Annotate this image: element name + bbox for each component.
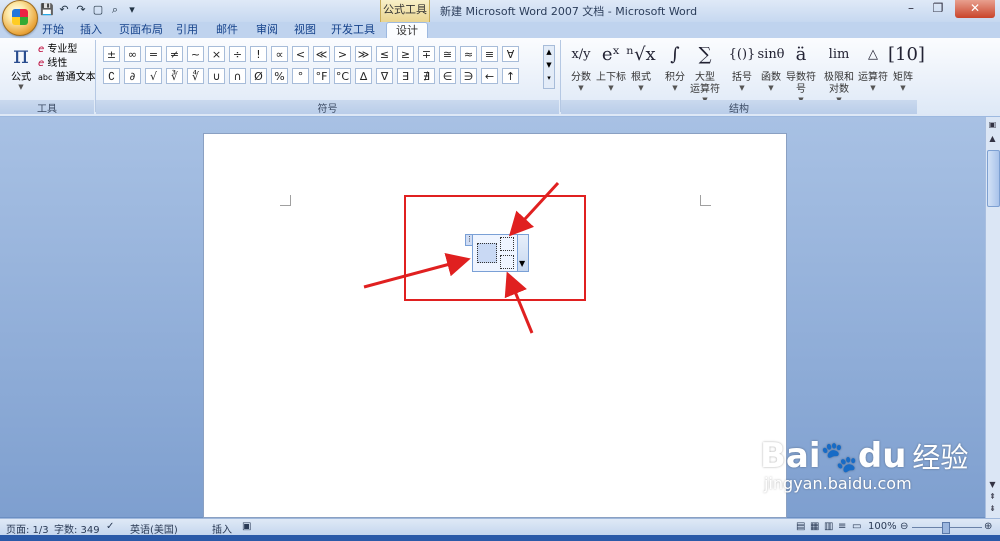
previous-page-icon[interactable]: ⇞ [987, 492, 998, 502]
arrow-annotation [508, 181, 560, 237]
watermark-brand: Bai [760, 436, 821, 476]
watermark-url: jingyan.baidu.com [764, 474, 912, 493]
office-button[interactable] [2, 0, 38, 36]
arrow-annotation [504, 271, 534, 334]
zoom-out-icon[interactable]: ⊖ [900, 521, 908, 532]
zoom-in-icon[interactable]: ⊕ [984, 521, 992, 532]
paw-icon: 🐾 [820, 440, 858, 475]
view-draft-icon[interactable]: ▭ [852, 521, 861, 532]
taskbar [0, 535, 1000, 541]
language-indicator[interactable]: 英语(美国) [130, 521, 178, 536]
zoom-level[interactable]: 100% [868, 521, 897, 532]
proofing-icon[interactable]: ✓ [106, 521, 114, 532]
page-count[interactable]: 页面: 1/3 [6, 521, 49, 536]
office-logo-icon [12, 9, 28, 25]
scroll-up-icon[interactable]: ▲ [987, 134, 998, 146]
watermark-cn: 经验 [912, 441, 969, 474]
view-full-screen-icon[interactable]: ▦ [810, 521, 819, 532]
view-outline-icon[interactable]: ≡ [838, 521, 846, 532]
insert-mode[interactable]: 插入 [212, 521, 232, 536]
view-print-layout-icon[interactable]: ▤ [796, 521, 805, 532]
word-count[interactable]: 字数: 349 [54, 521, 100, 536]
macro-record-icon[interactable]: ▣ [242, 521, 251, 532]
view-web-icon[interactable]: ▥ [824, 521, 833, 532]
status-bar: 页面: 1/3 字数: 349 ✓ 英语(美国) 插入 ▣ ▤ ▦ ▥ ≡ ▭ … [0, 518, 1000, 536]
scroll-down-icon[interactable]: ▼ [987, 480, 998, 490]
watermark-brand-2: du [857, 436, 907, 476]
next-page-icon[interactable]: ⇟ [987, 504, 998, 514]
baidu-watermark: Bai🐾du 经验 jingyan.baidu.com [760, 436, 968, 493]
ruler-toggle-icon[interactable]: ▣ [987, 120, 998, 132]
arrow-annotation [363, 253, 471, 289]
zoom-slider-thumb[interactable] [942, 522, 950, 534]
scrollbar-thumb[interactable] [987, 150, 1000, 207]
